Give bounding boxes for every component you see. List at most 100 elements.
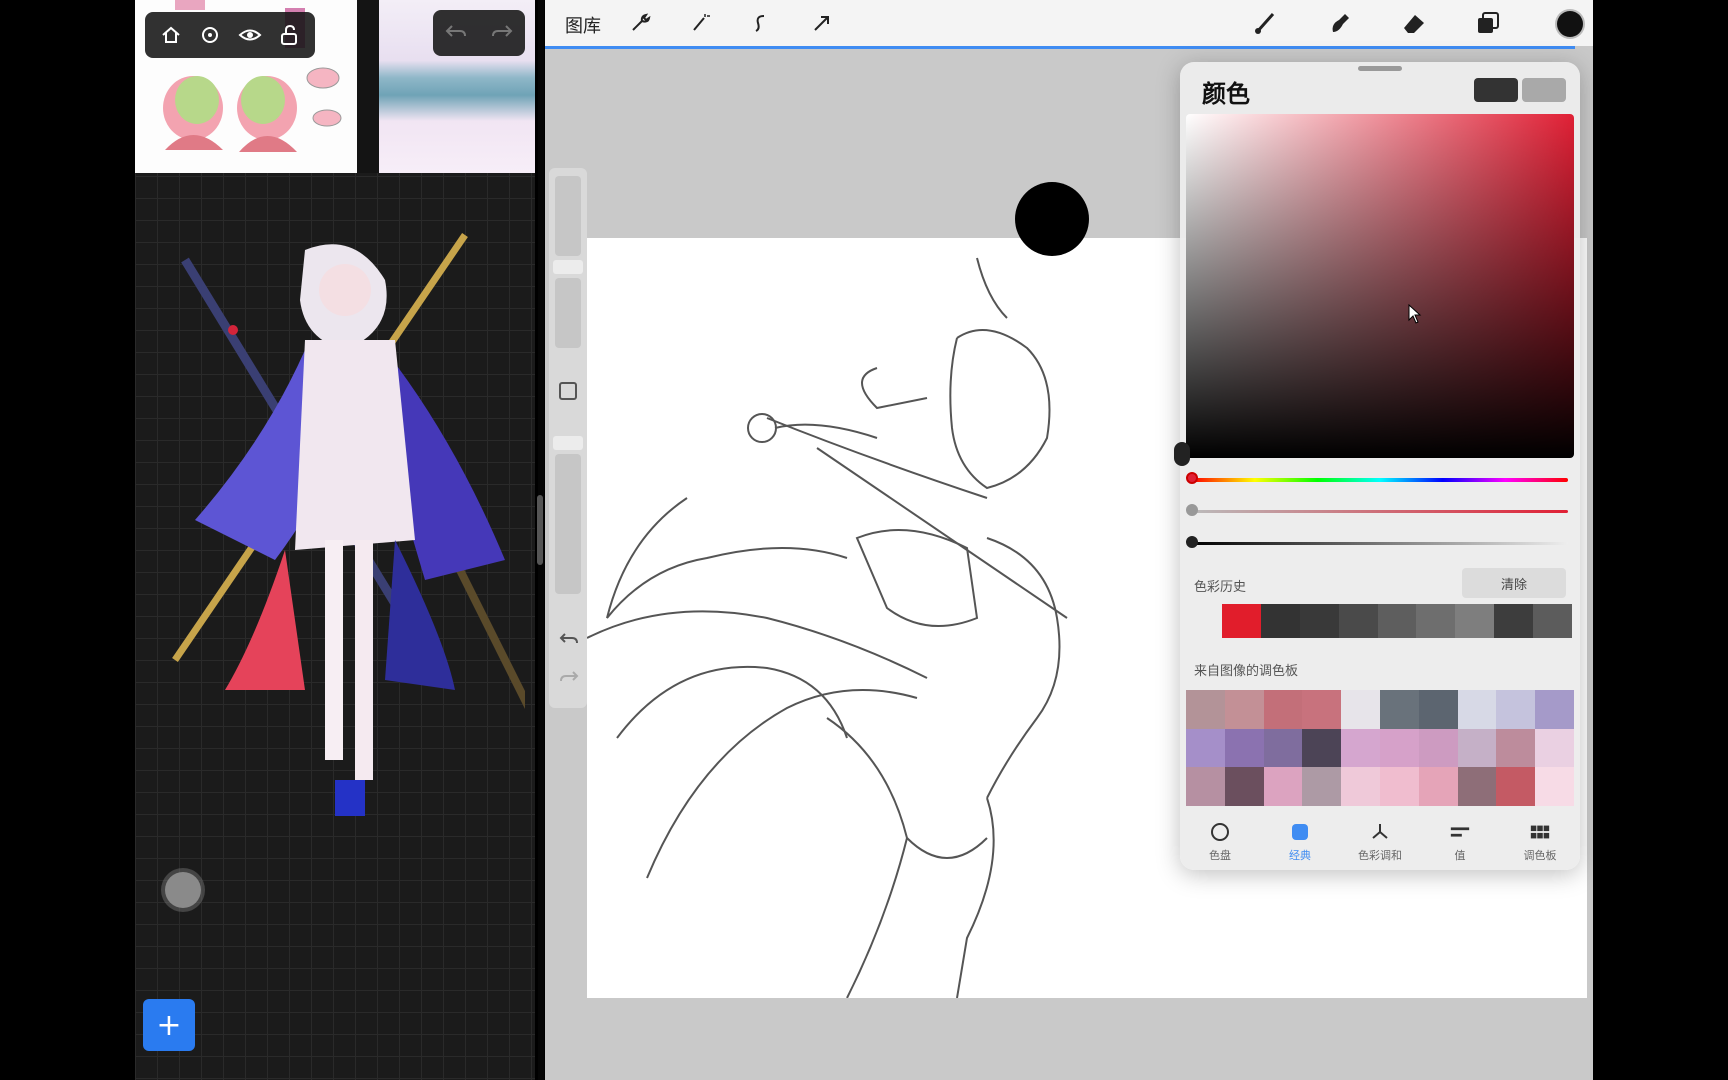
brightness-slider[interactable] (1192, 542, 1568, 545)
toolbar-accent-line (545, 46, 1575, 49)
palette-color-swatch[interactable] (1379, 728, 1419, 768)
palette-color-swatch[interactable] (1379, 690, 1419, 729)
saturation-slider-knob[interactable] (1186, 504, 1198, 516)
palette-color-swatch[interactable] (1302, 690, 1342, 729)
undo-icon[interactable] (444, 20, 468, 46)
secondary-color-swatch[interactable] (1522, 78, 1566, 102)
tab-disc[interactable]: 色盘 (1185, 814, 1255, 870)
opacity-handle[interactable] (553, 436, 583, 450)
image-palette-label: 来自图像的调色板 (1194, 664, 1299, 679)
tab-classic[interactable]: 经典 (1265, 814, 1335, 870)
sidebar-undo-icon[interactable] (559, 630, 579, 652)
clear-history-button[interactable]: 清除 (1462, 568, 1566, 598)
eye-icon[interactable] (235, 20, 265, 50)
saturation-brightness-picker[interactable] (1186, 114, 1574, 458)
palette-color-swatch[interactable] (1535, 767, 1574, 806)
tab-value-label: 值 (1454, 849, 1466, 862)
tab-harmony[interactable]: 色彩调和 (1345, 814, 1415, 870)
reference-pane: + (135, 0, 535, 1080)
wrench-icon[interactable] (627, 10, 653, 36)
reference-toolbar (145, 12, 315, 58)
history-color-swatch[interactable] (1222, 604, 1261, 638)
home-icon[interactable] (156, 20, 186, 50)
brush-size-slider-lower[interactable] (555, 278, 581, 348)
brightness-slider-knob[interactable] (1186, 536, 1198, 548)
transform-icon[interactable] (809, 10, 835, 36)
reference-character-illustration (155, 220, 535, 900)
smudge-icon[interactable] (1327, 10, 1353, 36)
color-panel: 颜色 色彩历史 清除 来自图像的调色板 色盘 经典 色彩调和 值 调色板 (1174, 62, 1580, 870)
image-palette-grid (1186, 690, 1574, 806)
palette-color-swatch[interactable] (1302, 767, 1342, 806)
palette-color-swatch[interactable] (1263, 728, 1303, 768)
square-icon (1289, 821, 1311, 843)
palette-color-swatch[interactable] (1418, 690, 1458, 729)
palette-color-swatch[interactable] (1224, 767, 1264, 806)
history-color-swatch[interactable] (1494, 604, 1534, 638)
palette-color-swatch[interactable] (1535, 690, 1574, 729)
palette-color-swatch[interactable] (1496, 728, 1536, 768)
brush-icon[interactable] (1253, 10, 1279, 36)
tab-harmony-label: 色彩调和 (1358, 849, 1402, 862)
selection-icon[interactable] (748, 10, 774, 36)
color-panel-title: 颜色 (1202, 80, 1250, 108)
unlock-icon[interactable] (274, 20, 304, 50)
sidebar-redo-icon[interactable] (559, 668, 579, 690)
brush-size-slider[interactable] (555, 176, 581, 256)
history-color-swatch[interactable] (1455, 604, 1495, 638)
panel-grabber[interactable] (1358, 66, 1402, 71)
saturation-slider[interactable] (1192, 510, 1568, 513)
palette-color-swatch[interactable] (1224, 728, 1264, 768)
picker-edge-knob[interactable] (1174, 442, 1190, 466)
history-color-swatch[interactable] (1416, 604, 1456, 638)
redo-icon[interactable] (490, 20, 514, 46)
palette-color-swatch[interactable] (1263, 767, 1303, 806)
magic-wand-icon[interactable] (687, 10, 713, 36)
gallery-button[interactable]: 图库 (565, 12, 601, 38)
history-color-swatch[interactable] (1338, 604, 1378, 638)
palette-color-swatch[interactable] (1418, 767, 1458, 806)
hue-slider-knob[interactable] (1186, 472, 1198, 484)
history-color-swatch[interactable] (1533, 604, 1573, 638)
palette-color-swatch[interactable] (1496, 767, 1536, 806)
primary-color-swatch[interactable] (1474, 78, 1518, 102)
palette-color-swatch[interactable] (1302, 728, 1342, 768)
eyedropper-modifier-button[interactable] (559, 382, 577, 400)
palette-color-swatch[interactable] (1341, 690, 1380, 729)
disc-icon (1209, 821, 1231, 843)
eraser-icon[interactable] (1401, 10, 1427, 36)
history-color-swatch[interactable] (1260, 604, 1300, 638)
palette-color-swatch[interactable] (1457, 767, 1497, 806)
history-color-swatch[interactable] (1299, 604, 1339, 638)
history-color-swatch[interactable] (1377, 604, 1417, 638)
palette-color-swatch[interactable] (1418, 728, 1458, 768)
tab-value[interactable]: 值 (1425, 814, 1495, 870)
palette-color-swatch[interactable] (1186, 728, 1225, 768)
settings-icon[interactable] (195, 20, 225, 50)
palette-color-swatch[interactable] (1186, 690, 1225, 729)
palette-color-swatch[interactable] (1457, 728, 1497, 768)
palette-color-swatch[interactable] (1496, 690, 1536, 729)
palette-color-swatch[interactable] (1535, 728, 1574, 768)
mouse-pointer-icon (1408, 304, 1422, 324)
add-reference-button[interactable]: + (143, 999, 195, 1051)
palette-color-swatch[interactable] (1457, 690, 1497, 729)
palette-color-swatch[interactable] (1379, 767, 1419, 806)
palette-color-swatch[interactable] (1341, 728, 1380, 768)
reference-undo-group (433, 10, 525, 56)
palette-color-swatch[interactable] (1263, 690, 1303, 729)
hue-slider[interactable] (1192, 478, 1568, 482)
tab-palettes[interactable]: 调色板 (1505, 814, 1575, 870)
palette-color-swatch[interactable] (1341, 767, 1380, 806)
split-view-handle[interactable] (537, 495, 543, 565)
palette-color-swatch[interactable] (1224, 690, 1264, 729)
value-sliders-icon (1449, 821, 1471, 843)
color-mode-tabs: 色盘 经典 色彩调和 值 调色板 (1180, 814, 1580, 870)
opacity-slider[interactable] (555, 454, 581, 594)
floating-action-dot[interactable] (165, 872, 201, 908)
brush-size-handle[interactable] (553, 260, 583, 274)
layers-icon[interactable] (1475, 10, 1501, 36)
palette-color-swatch[interactable] (1186, 767, 1225, 806)
current-color-button[interactable] (1557, 11, 1583, 37)
tab-palettes-label: 调色板 (1523, 849, 1557, 862)
